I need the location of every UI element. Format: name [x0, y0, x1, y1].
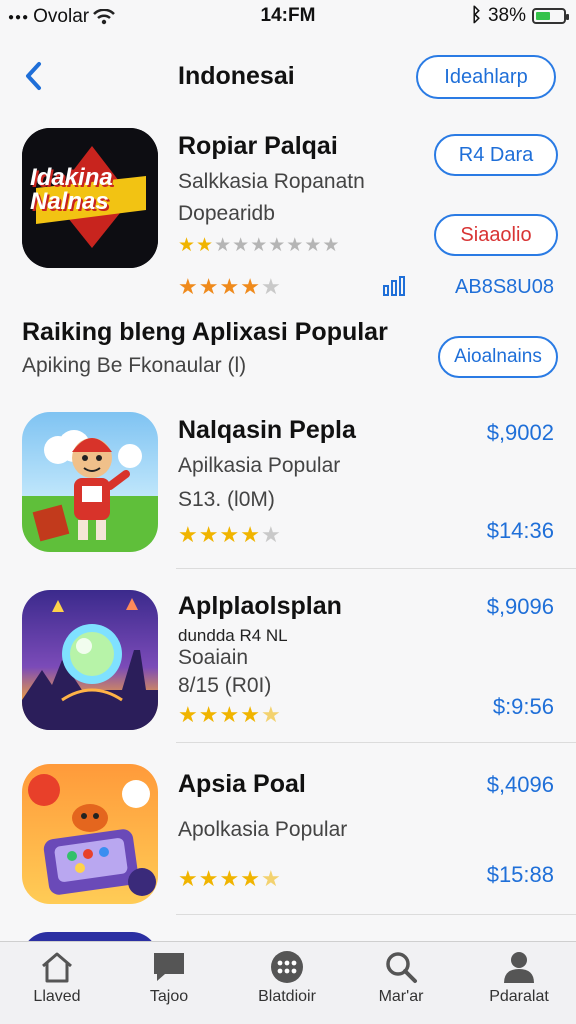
star-icon: ★: [219, 866, 240, 891]
star-icon: ★: [250, 235, 268, 256]
featured-app-icon[interactable]: Idakina Nalnas: [22, 128, 158, 268]
featured-title[interactable]: Ropiar Palqai: [178, 132, 338, 161]
app-3-rating: ★ ★ ★ ★ ★: [178, 866, 281, 892]
star-icon: ★: [260, 866, 281, 891]
bluetooth-icon: ᛒ: [470, 5, 482, 26]
app-icon-2[interactable]: [22, 590, 158, 730]
app-2-line1: dundda R4 NL: [178, 626, 288, 645]
app-1-line2: S13. (l0M): [178, 488, 275, 511]
star-icon: ★: [219, 274, 240, 299]
tab-search[interactable]: Mar'ar: [346, 950, 456, 1006]
app-1-line1: Apilkasia Popular: [178, 454, 341, 477]
grid-icon: [271, 951, 303, 983]
header-action-button[interactable]: Ideahlarp: [416, 55, 556, 99]
chevron-left-icon: [26, 62, 41, 90]
divider: [176, 742, 576, 743]
star-icon: ★: [198, 702, 219, 727]
star-icon: ★: [260, 702, 281, 727]
star-icon: ★: [232, 235, 250, 256]
tab-grid-label: Blatdioir: [258, 988, 316, 1005]
back-button[interactable]: [14, 56, 54, 96]
featured-meta: AB8S8U08: [455, 276, 554, 298]
tab-chat[interactable]: Tajoo: [114, 950, 224, 1006]
featured-small-rating: ★ ★ ★ ★ ★ ★ ★ ★ ★: [178, 234, 339, 257]
featured-line3: Dopearidb: [178, 202, 275, 225]
battery-icon: [532, 8, 569, 24]
featured-primary-button[interactable]: R4 Dara: [434, 134, 558, 176]
section-subtitle: Apiking Be Fkonaular (l): [22, 354, 247, 377]
star-icon: ★: [260, 274, 281, 299]
star-icon: ★: [214, 235, 232, 256]
chat-icon: [154, 953, 184, 981]
section-button[interactable]: Aioalnains: [438, 336, 558, 378]
star-icon: ★: [198, 866, 219, 891]
star-icon: ★: [198, 274, 219, 299]
app-2-price-top[interactable]: $,9096: [487, 594, 554, 620]
star-icon: ★: [286, 235, 304, 256]
star-icon: ★: [260, 522, 281, 547]
orb-art: [22, 598, 158, 730]
star-icon: ★: [178, 235, 196, 256]
search-icon: [386, 952, 417, 983]
tab-chat-label: Tajoo: [149, 988, 189, 1005]
tab-grid[interactable]: Blatdioir: [232, 950, 342, 1006]
star-icon: ★: [178, 522, 198, 547]
app-1-rating: ★ ★ ★ ★ ★: [178, 522, 281, 548]
tab-bar: Llaved Tajoo Blatdioir Mar'ar Pdaralat: [0, 941, 576, 1024]
star-icon: ★: [178, 702, 198, 727]
home-icon: [42, 952, 72, 983]
app-icon-3[interactable]: [22, 764, 158, 904]
star-icon: ★: [198, 522, 219, 547]
star-icon: ★: [240, 702, 260, 727]
tab-profile[interactable]: Pdaralat: [464, 950, 574, 1006]
app-3-line1: Apolkasia Popular: [178, 818, 348, 841]
app-3-price-top[interactable]: $,4096: [487, 772, 554, 798]
page-title: Indonesai: [178, 62, 295, 90]
nav-bar: Indonesai Ideahlarp: [0, 50, 576, 106]
app-1-price-bottom[interactable]: $14:36: [487, 518, 554, 544]
divider: [176, 568, 576, 569]
app-2-line3: 8/15 (R0I): [178, 674, 272, 697]
featured-rating: ★ ★ ★ ★ ★: [178, 274, 281, 300]
app-3-title[interactable]: Apsia Poal: [178, 770, 306, 799]
star-icon: ★: [240, 522, 260, 547]
tab-home[interactable]: Llaved: [2, 950, 112, 1006]
game-art: [28, 774, 156, 896]
app-1-title[interactable]: Nalqasin Pepla: [178, 416, 356, 445]
cartoon-art: [32, 430, 142, 542]
featured-subtitle: Salkkasia Ropanatn: [178, 170, 365, 193]
status-right: ᛒ 38%: [470, 5, 569, 27]
battery-percent: 38%: [487, 5, 526, 26]
app-3-price-bottom[interactable]: $15:88: [487, 862, 554, 888]
app-2-title[interactable]: Aplplaolsplan: [178, 592, 342, 621]
app-icon-1[interactable]: [22, 412, 158, 552]
star-icon: ★: [240, 274, 260, 299]
tab-search-label: Mar'ar: [378, 988, 424, 1005]
tab-home-label: Llaved: [33, 988, 81, 1005]
star-icon: ★: [219, 702, 240, 727]
star-icon: ★: [304, 235, 322, 256]
app-2-price-bottom[interactable]: $:9:56: [493, 694, 554, 720]
app-2-rating: ★ ★ ★ ★ ★: [178, 702, 281, 728]
divider: [176, 914, 576, 915]
star-icon: ★: [268, 235, 286, 256]
featured-secondary-button[interactable]: Siaaolio: [434, 214, 558, 256]
app-1-price-top[interactable]: $,9002: [487, 420, 554, 446]
app-2-line2: Soaiain: [178, 646, 249, 669]
star-icon: ★: [240, 866, 260, 891]
tab-profile-label: Pdaralat: [489, 988, 549, 1005]
star-icon: ★: [178, 866, 198, 891]
star-icon: ★: [178, 274, 198, 299]
person-icon: [504, 952, 534, 983]
chart-icon: [383, 276, 405, 296]
star-icon: ★: [196, 235, 214, 256]
star-icon: ★: [322, 235, 340, 256]
star-icon: ★: [219, 522, 240, 547]
section-title: Raiking bleng Aplixasi Popular: [22, 318, 388, 346]
status-bar: ●●● Ovolar 14:FM ᛒ 38%: [0, 0, 576, 32]
featured-icon-text: Idakina Nalnas: [30, 164, 113, 215]
